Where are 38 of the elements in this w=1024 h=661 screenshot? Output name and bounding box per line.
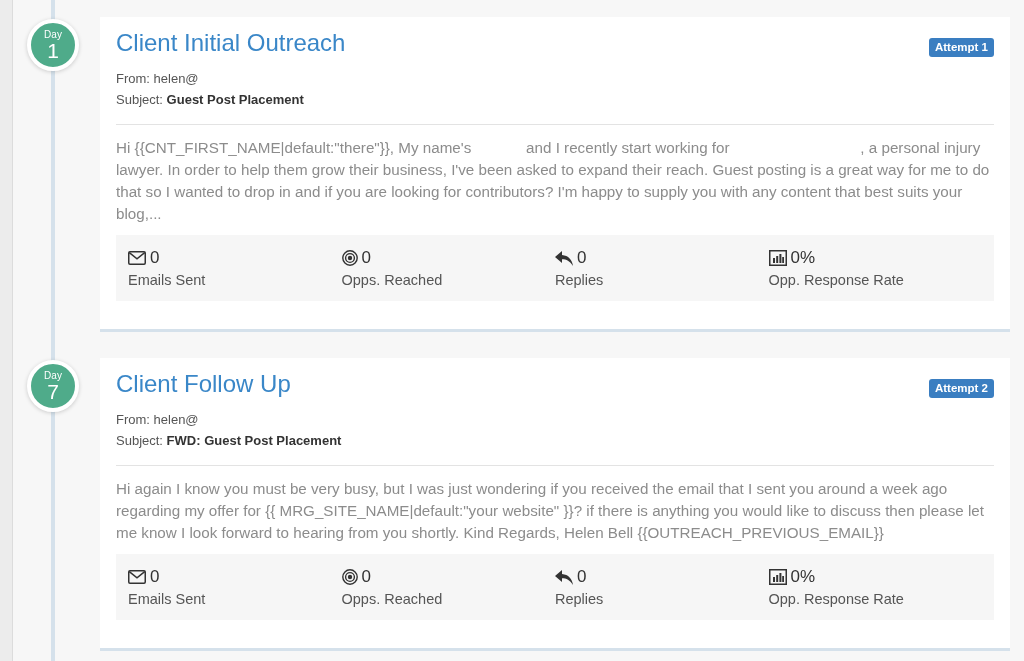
envelope-icon [128,251,146,265]
stat-value: 0% [790,247,816,269]
sender-line: From: helen@ [116,70,200,88]
target-icon [341,569,358,585]
envelope-icon [128,570,146,584]
subject-line: Subject: FWD: Guest Post Placement [116,432,343,450]
stat-label: Emails Sent [128,271,207,290]
target-icon [341,250,358,266]
email-preview: Hi again I know you must be very busy, but I was just wondering if you received the email that I sent you around a week ago regarding my offer for {{ MRG_SITE_NAME|default:"your website" }}? if there is anything you would like to discuss then please let me know I look forward to hearing from you shortly. Kind Regards, Helen Bell {{OUTREACH_PREVIOUS_EMAIL}} [116,479,985,543]
day-number: 7 [47,381,59,402]
stat-label: Opp. Response Rate [768,271,905,290]
stat-label: Replies [555,271,605,290]
stat-value: 0 [361,566,371,588]
bar-chart-icon [768,250,787,266]
stat-value: 0 [361,247,371,269]
step-title[interactable]: Client Follow Up [116,369,291,398]
reply-icon [555,250,573,266]
stat-label: Opps. Reached [341,271,444,290]
day-number: 1 [47,40,59,61]
step-title[interactable]: Client Initial Outreach [116,28,346,57]
stat-value: 0 [150,247,160,269]
sender-line: From: helen@ [116,411,200,429]
email-preview: Hi {{CNT_FIRST_NAME|default:"there"}}, My name's and I recently start working for , a personal injury lawyer. In order to help them grow their business, I've been asked to expand their reach. Guest posting is a great way for me to do that so I wanted to drop in and if you are looking for contributors? I'm happy to supply you with any content that best suits your blog,... [116,138,991,224]
stat-label: Opps. Reached [341,590,444,609]
attempt-badge: Attempt 1 [928,38,994,57]
stat-label: Replies [555,590,605,609]
reply-icon [555,569,573,585]
stat-label: Emails Sent [128,590,207,609]
stat-value: 0% [790,566,816,588]
attempt-badge: Attempt 2 [928,379,994,398]
stat-label: Opp. Response Rate [768,590,905,609]
subject-line: Subject: Guest Post Placement [116,91,305,109]
day-label: Day [44,370,62,381]
day-label: Day [44,29,62,40]
stat-value: 0 [150,566,160,588]
bar-chart-icon [768,569,787,585]
stat-value: 0 [577,566,587,588]
stat-value: 0 [577,247,587,269]
